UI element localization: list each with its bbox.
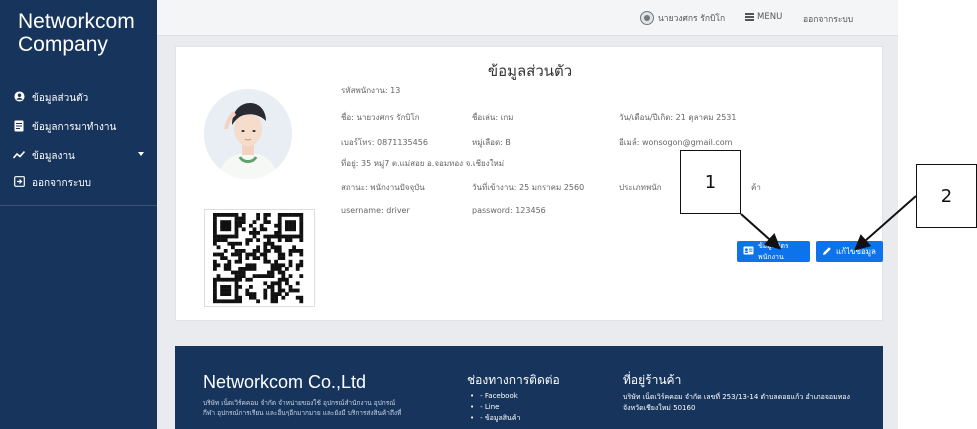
user-menu[interactable]: นายวงศกร รักบิโก: [640, 11, 725, 25]
sidebar-item-profile[interactable]: ข้อมูลส่วนตัว: [12, 87, 152, 109]
menu-button[interactable]: MENU: [745, 12, 782, 22]
employee-username: username: driver: [341, 206, 410, 215]
footer-link-products[interactable]: - ข้อมูลสินค้า: [470, 413, 520, 424]
qr-code: [204, 209, 315, 307]
employee-id: รหัสพนักงาน: 13: [341, 86, 401, 95]
employee-card-button[interactable]: ข้อมูลบัตรพนักงาน: [737, 241, 810, 262]
user-name: นายวงศกร รักบิโก: [658, 14, 726, 24]
brand-logo-text[interactable]: Networkcom Company: [18, 10, 153, 56]
page-title: ข้อมูลส่วนตัว: [487, 62, 573, 80]
footer-address-title: ที่อยู่ร้านค้า: [623, 373, 682, 387]
employee-birthdate: วัน/เดือน/ปีเกิด: 21 ตุลาคม 2531: [619, 113, 737, 122]
profile-photo: [204, 89, 292, 179]
annotation-label-1: 1: [680, 150, 741, 214]
employee-type-tail: ค้า: [751, 183, 761, 192]
caret-down-icon: [138, 152, 144, 156]
profile-card: ข้อมูลส่วนตัว รหัสพนักงาน: 13 ชื่อ: นายว…: [175, 46, 883, 321]
sidebar-item-logout[interactable]: ออกจากระบบ: [12, 172, 152, 194]
footer-description: บริษัท เน็ตเวิร์คคอม จำกัด จำหน่ายของใช้…: [203, 399, 402, 417]
sidebar-divider: [0, 205, 157, 206]
annotation-label-2: 2: [916, 164, 977, 228]
sidebar-item-label: ข้อมูลงาน: [32, 150, 75, 162]
app-root: Networkcom Company ข้อมูลส่วนตัว ข้อมูลก…: [0, 0, 977, 429]
employee-start-date: วันที่เข้างาน: 25 มกราคม 2560: [472, 183, 585, 192]
edit-profile-button-label: แก้ไขข้อมูล: [836, 247, 876, 256]
top-navbar: นายวงศกร รักบิโก MENU ออกจากระบบ: [157, 0, 898, 36]
footer-link-line[interactable]: - Line: [470, 402, 520, 413]
employee-card-button-label: ข้อมูลบัตรพนักงาน: [758, 241, 789, 261]
chart-line-icon: [12, 150, 26, 163]
employee-email: อีเมล์: wonsogon@gmail.com: [619, 138, 733, 147]
main-content: นายวงศกร รักบิโก MENU ออกจากระบบ ข้อมูลส…: [157, 0, 898, 429]
menu-label: MENU: [757, 12, 783, 22]
sidebar-item-work[interactable]: ข้อมูลงาน: [12, 145, 152, 167]
employee-status: สถานะ: พนักงานปัจจุบัน: [341, 183, 425, 192]
footer-link-facebook[interactable]: - Facebook: [470, 391, 520, 402]
sidebar-item-attendance[interactable]: ข้อมูลการมาทำงาน: [12, 116, 152, 138]
employee-nickname: ชื่อเล่น: เกม: [472, 113, 514, 122]
footer-brand: Networkcom Co.,Ltd: [203, 372, 367, 392]
employee-blood-type: หมู่เลือด: B: [472, 138, 511, 147]
footer-address: บริษัท เน็ตเวิร์คคอม จำกัด เลขที่ 253/13…: [623, 393, 850, 412]
sidebar-item-label: ออกจากระบบ: [32, 177, 92, 189]
logout-icon: [12, 176, 26, 190]
employee-name: ชื่อ: นายวงศกร รักบิโก: [341, 113, 420, 122]
employee-address: ที่อยู่: 35 หมู่7 ต.แม่สอย อ.จอมทอง จ.เช…: [341, 159, 505, 168]
employee-phone: เบอร์โทร: 0871135456: [341, 138, 428, 147]
avatar: [640, 11, 654, 25]
footer-contact-list: - Facebook - Line - ข้อมูลสินค้า: [470, 391, 520, 424]
id-card-icon: [12, 120, 26, 135]
logout-link[interactable]: ออกจากระบบ: [803, 12, 853, 26]
employee-password: password: 123456: [472, 206, 546, 215]
pencil-icon: [822, 246, 832, 258]
user-circle-icon: [12, 91, 26, 105]
employee-type: ประเภทพนัก: [619, 183, 662, 192]
edit-profile-button[interactable]: แก้ไขข้อมูล: [816, 241, 883, 262]
menu-icon: [745, 13, 754, 21]
sidebar-item-label: ข้อมูลส่วนตัว: [32, 92, 89, 104]
sidebar: Networkcom Company ข้อมูลส่วนตัว ข้อมูลก…: [0, 0, 157, 429]
footer-contact-title: ช่องทางการติดต่อ: [467, 373, 560, 387]
site-footer: Networkcom Co.,Ltd บริษัท เน็ตเวิร์คคอม …: [175, 346, 883, 429]
sidebar-item-label: ข้อมูลการมาทำงาน: [32, 121, 117, 133]
id-badge-icon: [743, 246, 754, 257]
